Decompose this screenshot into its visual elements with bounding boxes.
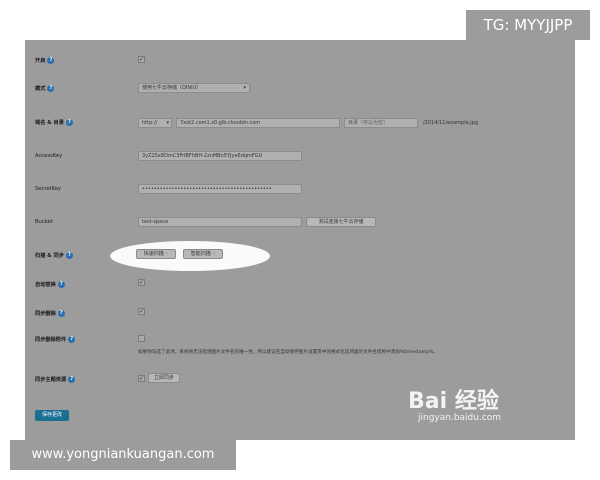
baidu-watermark-url: jingyan.baidu.com [418,413,502,423]
website-label: www.yongniankuangan.com [10,440,236,470]
label-sync-delete-attach: 同步删除附件? [35,336,76,343]
label-sync-delete-text: 同步删除 [35,311,56,317]
question-icon[interactable]: ? [57,281,65,288]
checkmark-icon: ✓ [139,279,145,286]
tg-label: TG: MYYJJPP [466,10,590,40]
sync-now-button[interactable]: 立即同步 [148,373,180,383]
baidu-watermark: Bai 经验 jingyan.baidu.com [408,383,558,428]
checkmark-icon: ✓ [139,375,145,382]
sync-delete-attach-checkbox[interactable] [138,335,145,342]
quick-scan-label: 快速扫描 [143,251,164,257]
label-sync-delete-attach-text: 同步删除附件 [35,337,67,343]
label-auto-replace: 自动替换? [35,281,65,288]
settings-panel-overlay: 快速扫描 ◦ 智能扫描 ◦ 自动替换? ✓ 同步删除? ✓ 同步删除附件? 如果… [25,40,575,440]
label-sync-theme-text: 同步主题资源 [35,377,67,383]
sync-delete-checkbox[interactable]: ✓ [138,308,145,315]
question-icon[interactable]: ? [68,376,76,383]
spinner-icon: ◦ [212,251,216,257]
smart-scan-button[interactable]: 智能扫描 ◦ [183,249,223,259]
auto-replace-checkbox[interactable]: ✓ [138,279,145,286]
sync-theme-checkbox[interactable]: ✓ [138,375,145,382]
question-icon[interactable]: ? [68,336,76,343]
label-auto-replace-text: 自动替换 [35,282,56,288]
save-changes-button[interactable]: 保存更改 [35,410,69,421]
checkmark-icon: ✓ [139,308,145,315]
baidu-watermark-logo: Bai 经验 [408,389,499,414]
sync-delete-attach-note: 如果你勾选了此项，系统将无法检测图片文件名的唯一性，所以建议在自动保存图片设置页… [138,350,438,355]
quick-scan-button[interactable]: 快速扫描 ◦ [136,249,176,259]
spinner-icon: ◦ [165,251,169,257]
label-sync-theme: 同步主题资源? [35,376,76,383]
question-icon[interactable]: ? [57,310,65,317]
smart-scan-label: 智能扫描 [190,251,211,257]
label-sync-delete: 同步删除? [35,310,65,317]
